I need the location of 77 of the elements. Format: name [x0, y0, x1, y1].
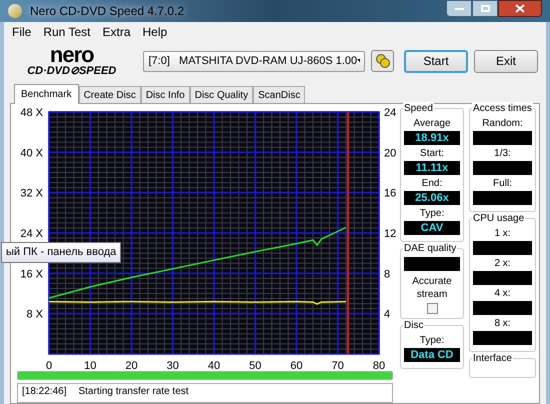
close-button[interactable] — [498, 0, 542, 17]
y-axis-label: 16 — [384, 188, 396, 200]
field-label: Type: — [420, 334, 444, 348]
y-axis-label: 20 — [384, 147, 396, 160]
discs-icon — [376, 54, 390, 68]
y-axis-label: 48 X — [20, 107, 43, 119]
menu-item[interactable]: Run Test — [43, 22, 90, 40]
menu-item[interactable]: File — [12, 22, 32, 40]
group-title: Speed — [403, 102, 434, 115]
value-display: Data CD — [404, 348, 460, 362]
tab[interactable]: Benchmark — [14, 84, 79, 104]
checkbox[interactable] — [426, 303, 438, 314]
dialog-button[interactable]: Start — [404, 50, 468, 72]
field-label: Random: — [482, 117, 523, 131]
value-display: CAV — [404, 221, 460, 235]
tab[interactable]: Create Disc — [78, 86, 141, 103]
field-label: Full: — [493, 177, 512, 191]
field-label: Type: — [420, 207, 444, 221]
dialog-button[interactable]: Exit — [474, 50, 538, 72]
tab[interactable]: Disc Info — [140, 86, 190, 103]
field-label: Average — [413, 117, 451, 131]
value-display — [473, 271, 532, 285]
app-icon — [8, 4, 22, 18]
logo-text: nero — [50, 44, 94, 64]
x-axis-label: 0 — [46, 360, 52, 371]
value-display — [473, 241, 532, 255]
window-title: Nero CD-DVD Speed 4.7.0.2 — [30, 3, 184, 20]
group-title: DAE quality — [403, 242, 458, 255]
minimize-button[interactable] — [446, 0, 472, 17]
log-time: [18:22:46] — [22, 385, 66, 399]
x-axis-label: 60 — [290, 360, 303, 371]
x-axis-label: 20 — [125, 360, 138, 371]
value-display — [473, 131, 532, 145]
field-label: End: — [422, 177, 442, 191]
logo-text: CD·DVD⊘SPEED — [27, 64, 116, 78]
field-label: 8 x: — [494, 317, 511, 331]
x-axis-label: 30 — [166, 360, 179, 371]
x-axis-label: 50 — [249, 360, 262, 371]
y-axis-label: 16 X — [20, 268, 43, 280]
value-display — [473, 191, 532, 205]
field-label: Start: — [420, 147, 444, 161]
tooltip: ый ПК - панель ввода — [1, 242, 122, 263]
close-icon — [515, 4, 525, 13]
value-display: 25.06x — [404, 191, 460, 205]
field-label: 1/3: — [494, 147, 511, 161]
group-title: CPU usage — [472, 212, 526, 225]
field-label: 4 x: — [494, 287, 511, 301]
value-display — [404, 257, 460, 271]
value-display — [473, 161, 532, 175]
tab[interactable]: ScanDisc — [253, 86, 306, 103]
checkbox-label: Accurate stream — [411, 275, 453, 301]
y-axis-label: 4 — [384, 308, 390, 321]
y-axis-label: 8 X — [26, 308, 43, 321]
tab[interactable]: Disc Quality — [190, 86, 254, 103]
field-label: 2 x: — [494, 257, 511, 271]
y-axis-label: 24 — [384, 107, 396, 119]
menu-item[interactable]: Extra — [102, 22, 130, 40]
y-axis-label: 8 — [384, 268, 390, 280]
value-display — [473, 331, 532, 345]
x-axis-label: 80 — [372, 360, 386, 371]
maximize-button[interactable] — [472, 0, 498, 17]
y-axis-label: 24 X — [20, 228, 43, 240]
value-display — [473, 301, 532, 315]
x-axis-label: 70 — [332, 360, 344, 371]
drive-settings-button[interactable] — [371, 50, 394, 72]
y-axis-label: 40 X — [20, 147, 43, 160]
y-axis-label: 32 X — [20, 188, 43, 200]
caret-icon — [357, 59, 360, 63]
value-display: 11.11x — [404, 161, 460, 175]
y-axis-label: 12 — [384, 228, 396, 240]
drive-dropdown[interactable]: [7:0] MATSHITA DVD-RAM UJ-860S 1.00 — [143, 50, 366, 72]
x-axis-label: 40 — [208, 360, 220, 371]
x-axis-label: 10 — [84, 360, 96, 371]
value-display: 18.91x — [404, 131, 460, 145]
log-message: Starting transfer rate test — [78, 385, 189, 399]
field-label: 1 x: — [494, 227, 511, 241]
menu-item[interactable]: Help — [142, 22, 168, 40]
